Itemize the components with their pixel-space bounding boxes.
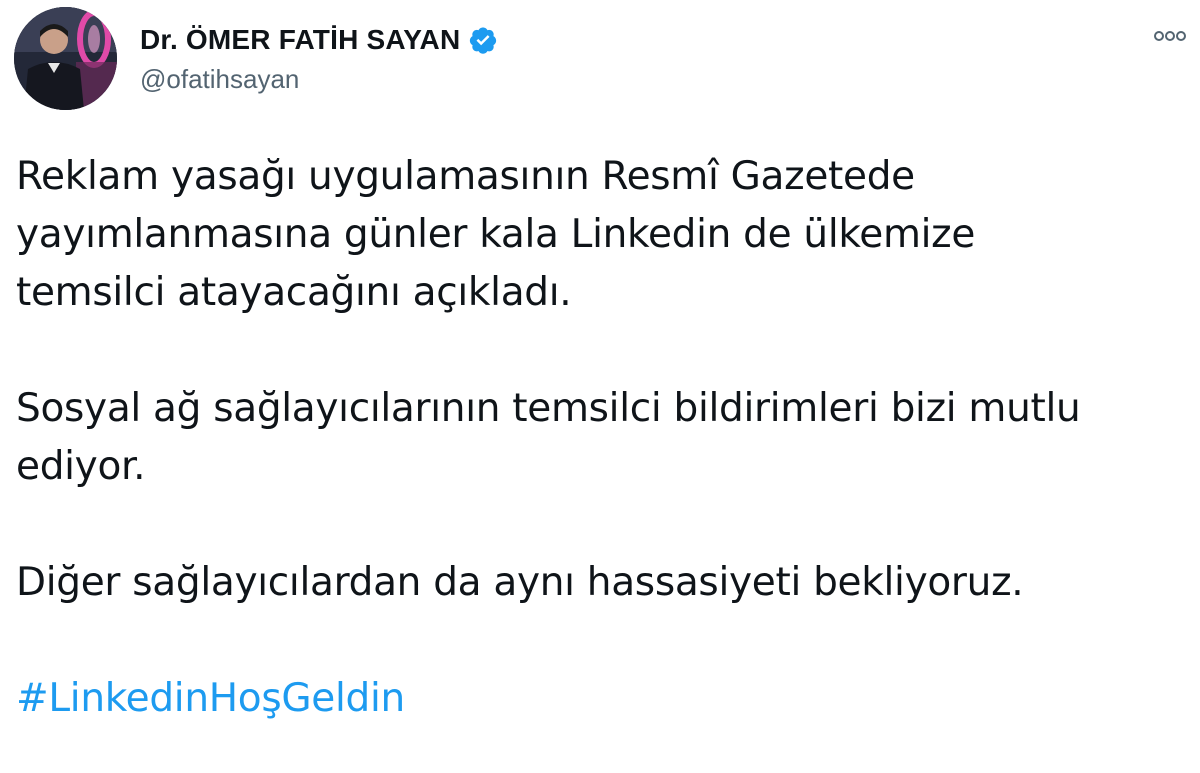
- tweet-text-line: Reklam yasağı uygulamasının Resmî Gazete…: [16, 154, 915, 199]
- tweet-text-line: temsilci atayacağını açıkladı.: [16, 270, 572, 315]
- avatar-image: [14, 7, 117, 110]
- tweet-text-line: yayımlanmasına günler kala Linkedin de ü…: [16, 212, 976, 257]
- author-avatar[interactable]: [14, 7, 117, 110]
- tweet-text-line: Sosyal ağ sağlayıcılarının temsilci bild…: [16, 386, 1081, 431]
- hashtag-link[interactable]: #LinkedinHoşGeldin: [16, 676, 405, 721]
- tweet-text: Reklam yasağı uygulamasının Resmî Gazete…: [16, 148, 1186, 728]
- tweet-text-line: ediyor.: [16, 444, 146, 489]
- author-name-row: Dr. ÖMER FATİH SAYAN: [140, 22, 498, 58]
- more-options-icon[interactable]: [1152, 25, 1188, 47]
- tweet-card: Dr. ÖMER FATİH SAYAN @ofatihsayan Reklam…: [0, 0, 1200, 773]
- hashtag-line: #LinkedinHoşGeldin: [16, 670, 1186, 728]
- author-display-name[interactable]: Dr. ÖMER FATİH SAYAN: [140, 24, 460, 56]
- tweet-text-line: Diğer sağlayıcılardan da aynı hassasiyet…: [16, 560, 1024, 605]
- author-handle[interactable]: @ofatihsayan: [140, 64, 299, 95]
- verified-badge-icon: [468, 25, 498, 55]
